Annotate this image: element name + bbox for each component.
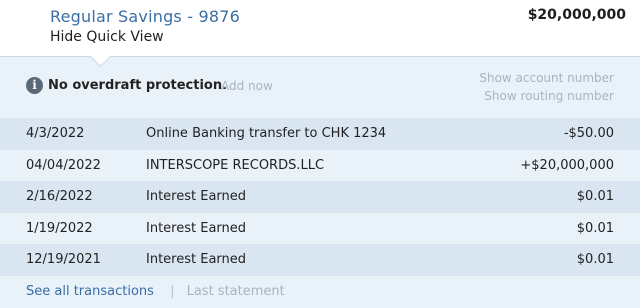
see-all-transactions-link[interactable]: See all transactions (26, 284, 154, 299)
tx-description: INTERSCOPE RECORDS.LLC (146, 157, 325, 173)
tx-description: Interest Earned (146, 220, 247, 236)
table-row: 1/19/2022 Interest Earned $0.01 (0, 212, 640, 244)
account-name-link[interactable]: Regular Savings - 9876 (50, 7, 240, 26)
tx-amount: $0.01 (576, 189, 614, 205)
tx-date: 04/04/2022 (26, 157, 101, 173)
last-statement-link[interactable]: Last statement (187, 284, 285, 299)
tx-date: 2/16/2022 (26, 189, 93, 205)
tx-description: Online Banking transfer to CHK 1234 (146, 126, 387, 142)
table-row: 4/3/2022 Online Banking transfer to CHK … (0, 118, 640, 150)
hide-quick-view-link[interactable]: Hide Quick View (50, 29, 164, 45)
tx-date: 1/19/2022 (26, 220, 93, 236)
tx-description: Interest Earned (146, 252, 247, 268)
account-balance: $20,000,000 (527, 7, 626, 23)
account-info-links: Show account number Show routing number (479, 69, 614, 105)
table-row: 2/16/2022 Interest Earned $0.01 (0, 181, 640, 213)
tx-date: 4/3/2022 (26, 126, 85, 142)
link-separator: | (170, 284, 175, 299)
tx-amount: -$50.00 (563, 126, 614, 142)
info-icon: i (26, 77, 43, 94)
overdraft-notice-text: No overdraft protection. (48, 78, 228, 93)
tx-date: 12/19/2021 (26, 252, 101, 268)
tx-description: Interest Earned (146, 189, 247, 205)
tx-amount: +$20,000,000 (520, 157, 614, 173)
transactions-table: 4/3/2022 Online Banking transfer to CHK … (0, 118, 640, 276)
account-header: Regular Savings - 9876 $20,000,000 Hide … (0, 0, 640, 56)
panel-footer: See all transactions | Last statement (26, 284, 285, 299)
show-routing-number-link[interactable]: Show routing number (479, 87, 614, 105)
show-account-number-link[interactable]: Show account number (479, 69, 614, 87)
tx-amount: $0.01 (576, 252, 614, 268)
add-now-link[interactable]: Add now (221, 79, 273, 93)
table-row: 04/04/2022 INTERSCOPE RECORDS.LLC +$20,0… (0, 149, 640, 181)
quick-view-panel: i No overdraft protection. Add now Show … (0, 56, 640, 308)
tx-amount: $0.01 (576, 220, 614, 236)
table-row: 12/19/2021 Interest Earned $0.01 (0, 244, 640, 276)
